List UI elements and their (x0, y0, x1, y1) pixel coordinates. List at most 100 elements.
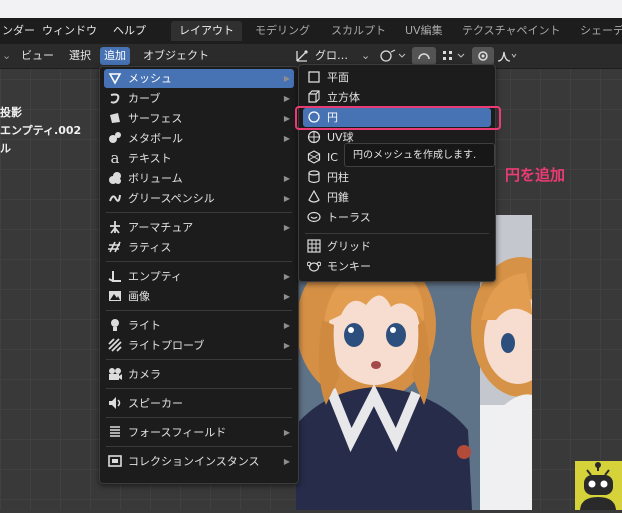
submenu-arrow-icon: ▶ (283, 194, 290, 203)
submenu-arrow-icon: ▶ (283, 321, 290, 330)
submenu-arrow-icon: ▶ (283, 94, 290, 103)
armature-icon (108, 220, 122, 234)
robot-icon (580, 462, 616, 510)
cube-icon (307, 90, 321, 104)
camera-icon (108, 367, 122, 381)
add-menu-item-empty[interactable]: エンプティ ▶ (104, 267, 294, 286)
curve-icon (108, 91, 122, 105)
add-menu-item-camera[interactable]: カメラ (104, 365, 294, 384)
tab-sculpt[interactable]: スカルプト (331, 21, 386, 41)
add-menu-item-surface[interactable]: サーフェス ▶ (104, 109, 294, 128)
mesh-item-grid[interactable]: グリッド (303, 237, 491, 256)
submenu-arrow-icon: ▶ (283, 292, 290, 301)
mesh-item-torus[interactable]: トーラス (303, 208, 491, 227)
lattice-icon (108, 240, 122, 254)
empty-icon (108, 269, 122, 283)
tab-modeling[interactable]: モデリング (255, 21, 310, 41)
transform-orientation-icon[interactable] (294, 48, 312, 64)
menu-help[interactable]: ヘルプ (113, 18, 146, 44)
submenu-arrow-icon: ▶ (283, 223, 290, 232)
add-menu-item-light-probe[interactable]: ライトプローブ ▶ (104, 336, 294, 355)
snap-toggle[interactable] (412, 47, 436, 65)
mesh-item-cylinder[interactable]: 円柱 (303, 168, 491, 187)
submenu-arrow-icon: ▶ (283, 114, 290, 123)
image-icon (108, 289, 122, 303)
add-menu-item-text[interactable]: a テキスト (104, 149, 294, 168)
tab-texture-paint[interactable]: テクスチャペイント (462, 21, 561, 41)
proportional-icon (478, 51, 488, 61)
add-menu-item-image[interactable]: 画像 ▶ (104, 287, 294, 306)
proportional-editing-toggle[interactable] (472, 47, 494, 65)
add-menu-item-speaker[interactable]: スピーカー (104, 394, 294, 413)
menu-separator (305, 233, 489, 234)
add-menu-item-mesh[interactable]: メッシュ ▶ (104, 69, 294, 88)
metaball-icon (108, 131, 122, 145)
plane-icon (307, 70, 321, 84)
menu-view[interactable]: ビュー (17, 47, 58, 65)
add-menu-item-volume[interactable]: ボリューム ▶ (104, 169, 294, 188)
viewport-overlay-object-name: エンプティ.002 (0, 124, 82, 137)
grid-icon (307, 239, 321, 253)
menu-separator (106, 261, 292, 262)
surface-icon (108, 111, 122, 125)
mesh-icon (108, 71, 122, 85)
transform-orientation-dropdown[interactable]: グロ… (311, 47, 352, 65)
snap-target-icon[interactable] (440, 48, 468, 64)
add-menu: メッシュ ▶ カーブ ▶ サーフェス ▶ メタボール ▶ a テキスト ボリューム ▶ グ… (99, 66, 299, 484)
ico-sphere-icon (307, 150, 321, 164)
submenu-arrow-icon: ▶ (283, 74, 290, 83)
menu-separator (106, 310, 292, 311)
add-menu-item-force-field[interactable]: フォースフィールド ▶ (104, 423, 294, 442)
force-field-icon (108, 425, 122, 439)
submenu-arrow-icon: ▶ (283, 428, 290, 437)
viewport-overlay-line: 投影 (0, 106, 22, 119)
light-probe-icon (108, 338, 122, 352)
menu-separator (106, 212, 292, 213)
menu-separator (106, 388, 292, 389)
tab-uv-editing[interactable]: UV編集 (405, 21, 443, 41)
tooltip: 円のメッシュを作成します. (344, 143, 495, 167)
add-menu-item-collection-instance[interactable]: コレクションインスタンス ▶ (104, 452, 294, 471)
mesh-item-cube[interactable]: 立方体 (303, 88, 491, 107)
add-menu-item-armature[interactable]: アーマチュア ▶ (104, 218, 294, 237)
submenu-arrow-icon: ▶ (283, 174, 290, 183)
highlight-box (295, 106, 501, 130)
os-title-strip (0, 0, 622, 18)
add-menu-item-curve[interactable]: カーブ ▶ (104, 89, 294, 108)
menu-object[interactable]: オブジェクト (139, 47, 213, 65)
add-menu-item-metaball[interactable]: メタボール ▶ (104, 129, 294, 148)
mesh-item-plane[interactable]: 平面 (303, 68, 491, 87)
menu-select[interactable]: 選択 (65, 47, 95, 65)
annotation-label: 円を追加 (505, 166, 566, 184)
volume-icon (108, 171, 122, 185)
menu-add[interactable]: 追加 (100, 47, 130, 65)
robot-logo (575, 461, 622, 510)
magnet-icon (418, 53, 430, 60)
light-icon (108, 318, 122, 332)
falloff-curve-icon[interactable] (496, 48, 518, 64)
add-menu-item-grease-pencil[interactable]: グリースペンシル ▶ (104, 189, 294, 208)
viewport-overlay-line: ル (0, 142, 11, 155)
mesh-item-monkey[interactable]: モンキー (303, 257, 491, 276)
menu-separator (106, 417, 292, 418)
menu-window[interactable]: ウィンドウ (42, 18, 97, 44)
uv-sphere-icon (307, 130, 321, 144)
add-menu-item-lattice[interactable]: ラティス (104, 238, 294, 257)
tab-shading[interactable]: シェーデ (580, 21, 622, 41)
menu-render[interactable]: ンダー (2, 18, 35, 44)
speaker-icon (108, 396, 122, 410)
cylinder-icon (307, 170, 321, 184)
mesh-item-cone[interactable]: 円錐 (303, 188, 491, 207)
tab-layout[interactable]: レイアウト (171, 21, 242, 41)
mesh-submenu: 平面 立方体 円 UV球 IC 円柱 円錐 トーラス グリッド モンキー (298, 64, 496, 282)
cone-icon (307, 190, 321, 204)
collection-icon (108, 454, 122, 468)
add-menu-item-light[interactable]: ライト ▶ (104, 316, 294, 335)
menu-separator (106, 446, 292, 447)
submenu-arrow-icon: ▶ (283, 341, 290, 350)
chevron-down-icon[interactable]: ⌄ (0, 47, 15, 65)
chevron-down-icon[interactable]: ⌄ (357, 47, 374, 65)
submenu-arrow-icon: ▶ (283, 134, 290, 143)
monkey-icon (307, 259, 321, 273)
pivot-point-icon[interactable] (378, 48, 408, 64)
